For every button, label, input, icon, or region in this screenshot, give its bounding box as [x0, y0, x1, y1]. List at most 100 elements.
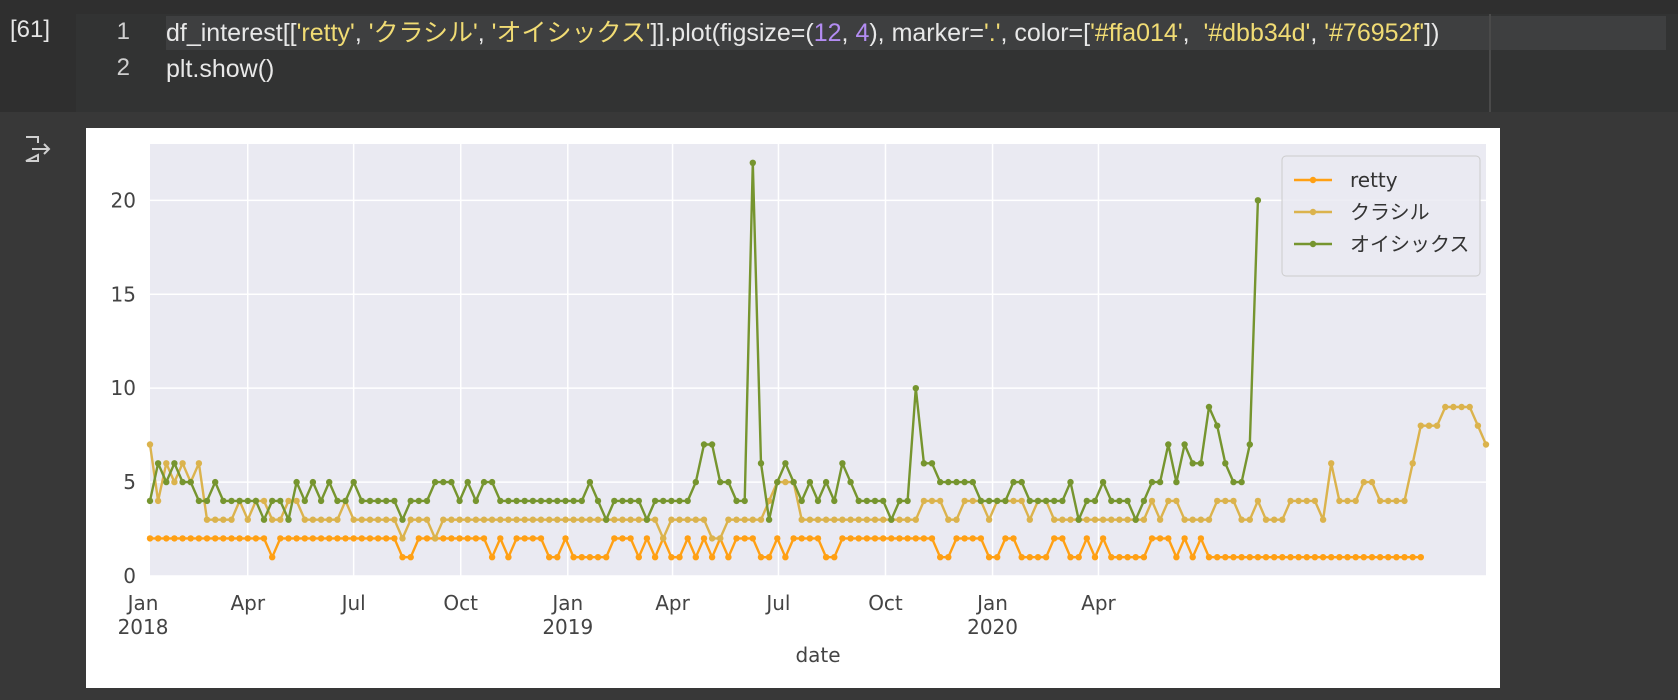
data-point	[154, 497, 162, 505]
data-point	[912, 385, 919, 392]
data-point	[578, 516, 585, 523]
data-point	[1026, 516, 1033, 523]
data-point	[456, 516, 463, 523]
data-point	[1099, 516, 1107, 523]
data-point	[383, 516, 390, 523]
output-redirect-icon[interactable]	[22, 134, 52, 164]
data-point	[1214, 554, 1221, 561]
y-tick-label: 20	[111, 188, 136, 212]
data-point	[317, 497, 325, 505]
data-point	[513, 535, 520, 542]
data-point	[798, 535, 805, 542]
data-point	[1067, 478, 1074, 486]
data-point	[1238, 478, 1245, 486]
code-cell[interactable]: [61] 1 2 df_interest[['retty', 'クラシル', '…	[0, 0, 1678, 112]
data-point	[358, 497, 365, 505]
code-editor[interactable]: 1 2 df_interest[['retty', 'クラシル', 'オイシック…	[76, 14, 1678, 112]
data-point	[1075, 554, 1082, 561]
code-token-plain: ), marker=	[869, 19, 984, 47]
data-point	[358, 535, 365, 542]
data-point	[269, 516, 276, 523]
data-point	[798, 516, 805, 523]
data-point	[1091, 554, 1099, 561]
data-point	[407, 516, 414, 523]
data-point	[733, 535, 740, 542]
data-point	[236, 497, 243, 505]
data-point	[1401, 554, 1408, 561]
legend: retty クラシルオイシックス	[1281, 155, 1481, 277]
data-point	[1189, 554, 1196, 561]
data-point	[1262, 516, 1270, 523]
data-point	[505, 554, 512, 561]
data-point	[1148, 478, 1156, 486]
data-point	[1230, 554, 1237, 561]
data-point	[1319, 554, 1327, 561]
data-point	[1295, 554, 1302, 561]
data-point	[1417, 422, 1425, 429]
data-point	[977, 497, 985, 505]
data-point	[1156, 478, 1164, 486]
data-point	[1156, 535, 1164, 542]
data-point	[1116, 516, 1123, 523]
data-point	[676, 497, 683, 505]
data-point	[212, 535, 219, 542]
data-point	[749, 535, 756, 542]
data-point	[1328, 554, 1335, 561]
data-point	[146, 497, 154, 505]
data-point	[847, 478, 854, 486]
data-point	[1173, 554, 1180, 561]
data-point	[236, 535, 243, 542]
code-line[interactable]: plt.show()	[166, 52, 274, 86]
data-point	[546, 554, 553, 561]
data-point	[366, 516, 374, 523]
data-point	[1002, 497, 1009, 505]
data-point	[480, 478, 488, 486]
data-point	[651, 516, 659, 523]
data-point	[513, 516, 520, 523]
data-point	[863, 535, 871, 542]
data-point	[195, 497, 203, 505]
x-tick-label: Jan	[975, 591, 1008, 615]
data-point	[513, 497, 520, 505]
data-point	[431, 478, 439, 486]
data-point	[1319, 516, 1327, 523]
data-point	[969, 478, 976, 486]
data-point	[880, 497, 887, 505]
data-point	[774, 478, 781, 486]
data-point	[1173, 478, 1180, 486]
data-point	[1433, 422, 1441, 429]
data-point	[741, 535, 748, 542]
data-point	[374, 497, 382, 505]
data-point	[1083, 516, 1090, 523]
data-point	[252, 497, 260, 505]
data-point	[700, 441, 708, 448]
data-point	[855, 535, 862, 542]
data-point	[252, 535, 260, 542]
data-point	[326, 516, 333, 523]
data-point	[277, 497, 284, 505]
data-point	[374, 516, 382, 523]
data-point	[708, 554, 716, 561]
data-point	[1116, 554, 1123, 561]
code-line[interactable]: df_interest[['retty', 'クラシル', 'オイシックス']]…	[166, 16, 1666, 50]
data-point	[1026, 554, 1033, 561]
data-point	[1042, 497, 1050, 505]
data-point	[586, 478, 594, 486]
data-point	[1042, 554, 1050, 561]
data-point	[187, 478, 194, 486]
data-point	[937, 478, 944, 486]
data-point	[725, 516, 732, 523]
data-point	[1295, 497, 1302, 505]
data-point	[904, 497, 911, 505]
data-point	[1254, 197, 1262, 204]
data-point	[863, 516, 871, 523]
data-point	[163, 478, 170, 486]
data-point	[293, 497, 300, 505]
data-point	[717, 535, 724, 542]
data-point	[831, 497, 838, 505]
data-point	[195, 535, 203, 542]
data-point	[488, 554, 496, 561]
data-point	[1205, 554, 1213, 561]
line-chart: 05101520Jan2018Apr Jul Oct Jan2019Apr Jul Oct…	[111, 144, 1490, 667]
data-point	[969, 497, 976, 505]
